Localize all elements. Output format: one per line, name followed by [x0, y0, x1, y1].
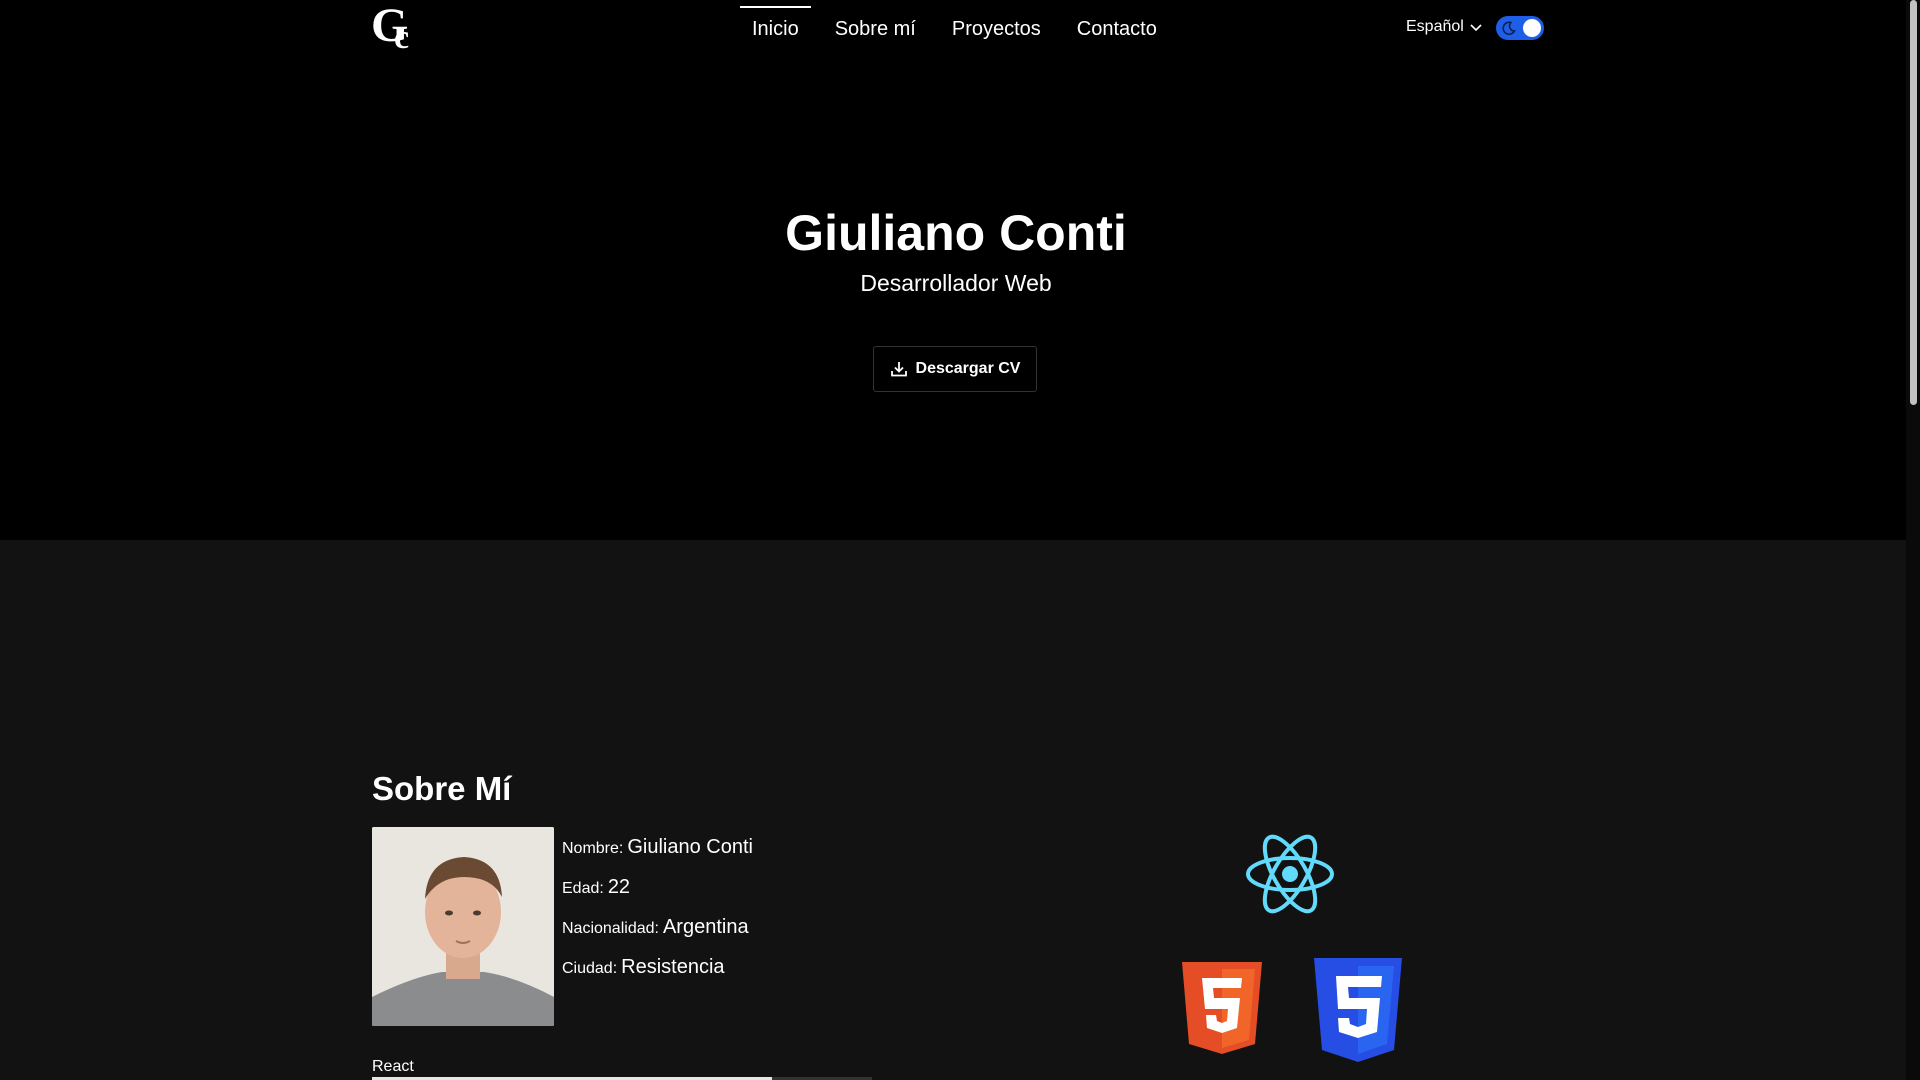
info-row-nombre: Nombre: Giuliano Conti [562, 836, 753, 876]
info-row-edad: Edad: 22 [562, 876, 753, 916]
personal-info: Nombre: Giuliano Conti Edad: 22 Nacional… [562, 836, 753, 996]
about-section [0, 540, 1906, 1080]
nav-item-proyectos[interactable]: Proyectos [940, 0, 1053, 60]
info-row-ciudad: Ciudad: Resistencia [562, 956, 753, 996]
html5-logo-icon [1182, 962, 1262, 1054]
logo-letter-c: c [394, 19, 410, 56]
torn-edge-divider [0, 548, 1906, 560]
info-key: Edad: [562, 880, 604, 897]
site-header: G c Inicio Sobre mí Proyectos Contacto E… [0, 0, 1906, 60]
logo[interactable]: G c [371, 0, 421, 56]
about-title: Sobre Mí [372, 770, 512, 807]
nav-item-contacto[interactable]: Contacto [1065, 0, 1169, 60]
moon-icon [1502, 21, 1516, 35]
toggle-knob [1523, 19, 1541, 37]
scrollbar-thumb[interactable] [1910, 0, 1917, 405]
info-row-nacionalidad: Nacionalidad: Argentina [562, 916, 753, 956]
nav-item-inicio[interactable]: Inicio [740, 0, 811, 60]
download-icon [890, 362, 907, 377]
react-logo-icon [1246, 834, 1334, 914]
download-cv-label: Descargar CV [915, 360, 1021, 377]
info-value: Resistencia [621, 956, 725, 978]
theme-toggle[interactable] [1496, 16, 1544, 40]
info-value: Argentina [662, 916, 749, 938]
profile-photo-illustration [372, 827, 554, 1026]
language-label: Español [1406, 18, 1464, 35]
hero-role: Desarrollador Web [860, 270, 1052, 296]
profile-photo [372, 827, 554, 1026]
info-key: Nombre: [562, 840, 624, 857]
nav-item-sobre-mi[interactable]: Sobre mí [823, 0, 928, 60]
css3-logo-icon [1314, 958, 1402, 1062]
chevron-down-icon [1470, 24, 1482, 32]
info-value: Giuliano Conti [627, 836, 753, 858]
info-value: 22 [607, 876, 631, 898]
main-nav: Inicio Sobre mí Proyectos Contacto [740, 0, 1169, 60]
language-select[interactable]: Español [1406, 18, 1484, 36]
info-key: Ciudad: [562, 960, 618, 977]
skill-label-react: React [372, 1058, 414, 1075]
download-cv-button[interactable]: Descargar CV [873, 346, 1037, 392]
hero-name: Giuliano Conti [785, 205, 1127, 261]
info-key: Nacionalidad: [562, 920, 659, 937]
page-scrollbar[interactable] [1906, 0, 1920, 1080]
